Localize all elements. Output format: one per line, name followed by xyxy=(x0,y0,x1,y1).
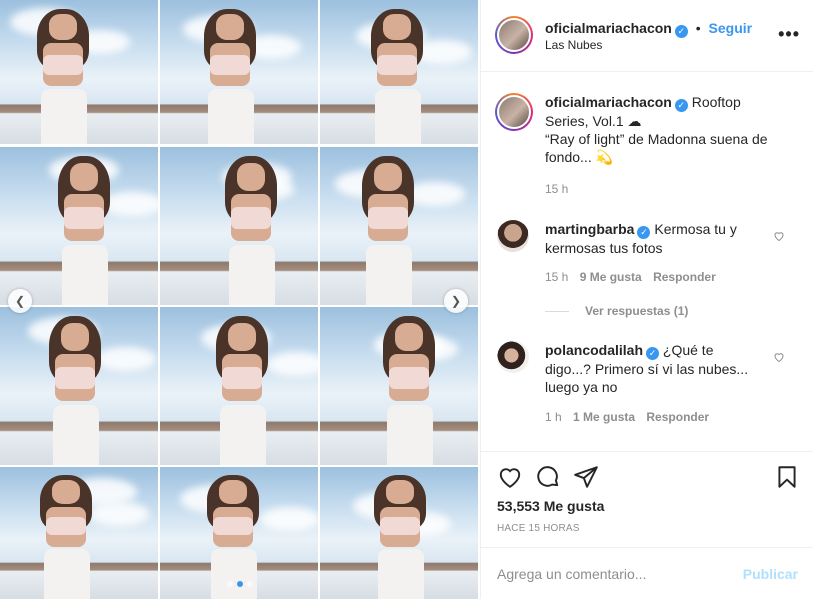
carousel-dot-active xyxy=(237,581,243,587)
heart-icon[interactable] xyxy=(497,464,523,490)
caption-username[interactable]: oficialmariachacon xyxy=(545,94,672,110)
chevron-right-icon[interactable]: ❯ xyxy=(444,289,468,313)
comment-time: 15 h xyxy=(545,270,569,284)
comments-list[interactable]: oficialmariachacon ✓ Rooftop Series, Vol.… xyxy=(481,73,813,451)
grid-photo xyxy=(320,147,478,305)
comment-like-icon[interactable] xyxy=(773,230,785,242)
header-separator: • xyxy=(695,20,701,36)
carousel-dot xyxy=(227,581,233,587)
caption-text-2: Series, Vol.1 ☁ xyxy=(545,113,642,129)
post-sidebar: oficialmariachacon ✓ • Seguir Las Nubes •… xyxy=(480,0,813,599)
view-replies-button[interactable]: Ver respuestas (1) xyxy=(545,304,688,318)
caption-text-4: fondo... 💫 xyxy=(545,149,614,165)
comment-like-icon[interactable] xyxy=(773,351,785,363)
comment-meta: 15 h 9 Me gusta Responder xyxy=(545,270,716,284)
caption-avatar[interactable] xyxy=(495,93,533,131)
grid-photo xyxy=(0,467,158,599)
caption-text-3: “Ray of light” de Madonna suena de xyxy=(545,131,768,147)
grid-photo xyxy=(320,307,478,465)
comment-meta: 1 h 1 Me gusta Responder xyxy=(545,410,709,424)
grid-photo xyxy=(160,147,318,305)
grid-photo xyxy=(160,0,318,144)
comment-text-a: Kermosa tu y xyxy=(654,221,737,237)
caption-text-1: Rooftop xyxy=(691,94,741,110)
follow-button[interactable]: Seguir xyxy=(709,20,753,36)
comment-text-c: luego ya no xyxy=(545,379,618,395)
more-options-icon[interactable]: ••• xyxy=(778,24,800,45)
comment-text-a: ¿Qué te xyxy=(662,342,714,358)
location-link[interactable]: Las Nubes xyxy=(545,38,602,52)
comment-input[interactable]: Agrega un comentario... xyxy=(497,566,646,582)
post-media[interactable]: ❮ ❯ xyxy=(0,0,480,599)
comment-likes[interactable]: 9 Me gusta xyxy=(580,270,642,284)
verified-badge-icon: ✓ xyxy=(674,25,688,38)
caption-time: 15 h xyxy=(545,182,569,196)
instagram-post: ❮ ❯ oficialmariachacon ✓ • Seguir Las Nub… xyxy=(0,0,813,599)
grid-photo xyxy=(320,0,478,144)
grid-photo xyxy=(320,467,478,599)
add-comment-bar: Agrega un comentario... Publicar xyxy=(481,547,813,599)
comment-text: polancodalilah ✓ ¿Qué te digo...? Primero… xyxy=(545,341,777,396)
publish-button[interactable]: Publicar xyxy=(743,566,798,582)
grid-photo xyxy=(0,0,158,144)
likes-count[interactable]: 53,553 Me gusta xyxy=(497,498,604,514)
photo-grid xyxy=(0,0,480,599)
avatar[interactable] xyxy=(495,16,533,54)
grid-photo xyxy=(160,307,318,465)
comment-username[interactable]: polancodalilah xyxy=(545,342,643,358)
verified-badge-icon: ✓ xyxy=(637,226,651,239)
header-user-line: oficialmariachacon ✓ • Seguir xyxy=(545,20,752,38)
comment-item: polancodalilah ✓ ¿Qué te digo...? Primero… xyxy=(495,341,795,431)
post-time: HACE 15 HORAS xyxy=(497,523,580,534)
share-icon[interactable] xyxy=(573,464,599,490)
comment-text-b: digo...? Primero sí vi las nubes... xyxy=(545,361,749,377)
grid-photo xyxy=(160,467,318,599)
reply-button[interactable]: Responder xyxy=(653,270,716,284)
comment-username[interactable]: martingbarba xyxy=(545,221,634,237)
verified-badge-icon: ✓ xyxy=(674,99,688,112)
post-header: oficialmariachacon ✓ • Seguir Las Nubes •… xyxy=(481,0,813,72)
chevron-left-icon[interactable]: ❮ xyxy=(8,289,32,313)
grid-photo xyxy=(0,147,158,305)
bookmark-icon[interactable] xyxy=(774,464,800,490)
action-bar: 53,553 Me gusta HACE 15 HORAS xyxy=(481,451,813,548)
comment-likes[interactable]: 1 Me gusta xyxy=(573,410,635,424)
comment-time: 1 h xyxy=(545,410,562,424)
reply-button[interactable]: Responder xyxy=(646,410,709,424)
carousel-dot xyxy=(247,581,253,587)
caption: oficialmariachacon ✓ Rooftop Series, Vol.… xyxy=(495,93,795,203)
view-replies-label: Ver respuestas (1) xyxy=(585,304,689,318)
comment-avatar[interactable] xyxy=(497,341,529,373)
verified-badge-icon: ✓ xyxy=(646,347,660,360)
comment-avatar[interactable] xyxy=(497,220,529,252)
header-username[interactable]: oficialmariachacon xyxy=(545,20,672,36)
comment-icon[interactable] xyxy=(535,464,561,490)
comment-text: martingbarba ✓ Kermosa tu y kermosas tus … xyxy=(545,220,777,257)
replies-divider xyxy=(545,310,569,312)
grid-photo xyxy=(0,307,158,465)
comment-item: martingbarba ✓ Kermosa tu y kermosas tus … xyxy=(495,220,795,290)
comment-text-b: kermosas tus fotos xyxy=(545,240,663,256)
caption-text: oficialmariachacon ✓ Rooftop Series, Vol.… xyxy=(545,93,785,166)
carousel-dots xyxy=(0,581,480,587)
